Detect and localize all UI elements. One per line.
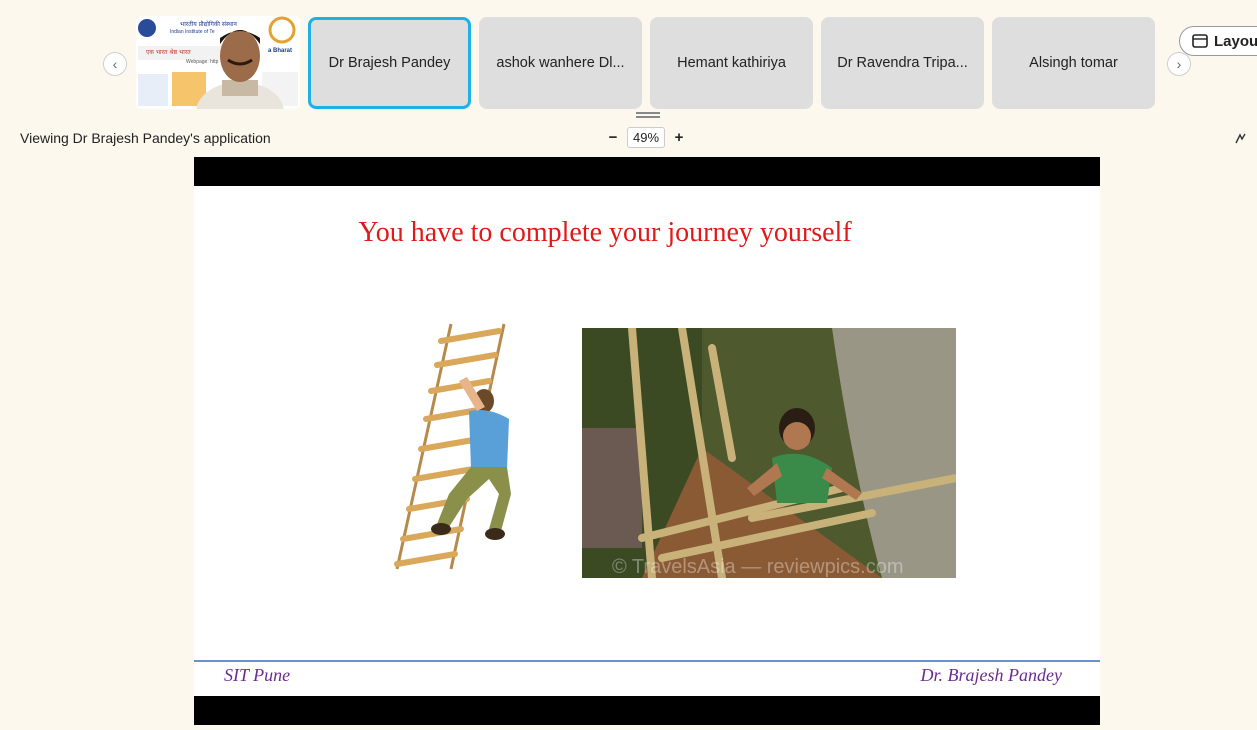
video-banner-right: a Bharat <box>268 48 293 54</box>
participant-name: Alsingh tomar <box>1029 55 1118 71</box>
strip-resize-handle[interactable] <box>636 112 660 118</box>
footer-divider <box>194 660 1100 662</box>
participant-video[interactable]: भारतीय प्रौद्योगिकी संस्थान Indian Insti… <box>136 16 300 109</box>
participant-tile-brajesh[interactable]: Dr Brajesh Pandey <box>308 17 471 109</box>
chevron-right-icon[interactable]: › <box>1167 52 1191 76</box>
zoom-out-button[interactable]: − <box>605 129 621 146</box>
participant-tile-alsingh[interactable]: Alsingh tomar <box>992 17 1155 109</box>
letterbox-bottom <box>194 696 1100 725</box>
video-banner-sub: Webpage: http <box>186 59 219 65</box>
zoom-control: − 49% + <box>605 127 687 148</box>
letterbox-top <box>194 157 1100 186</box>
bamboo-ladder-photo: © TravelsAsia — reviewpics.com <box>582 328 956 578</box>
viewing-label: Viewing Dr Brajesh Pandey's application <box>20 130 271 146</box>
zoom-in-button[interactable]: + <box>671 129 687 146</box>
photo-watermark: © TravelsAsia — reviewpics.com <box>612 556 904 578</box>
layout-button[interactable]: Layou <box>1179 26 1257 56</box>
chevron-left-icon[interactable]: ‹ <box>103 52 127 76</box>
layout-label: Layou <box>1214 32 1257 50</box>
pen-icon[interactable] <box>1234 131 1248 150</box>
participant-name: Hemant kathiriya <box>677 55 786 71</box>
participant-tile-ashok[interactable]: ashok wanhere Dl... <box>479 17 642 109</box>
video-logo-text: भारतीय प्रौद्योगिकी संस्थान <box>180 21 237 28</box>
video-logo-sub: Indian Institute of Te <box>170 29 215 35</box>
video-banner: एक भारत श्रेष्ठ भारत <box>146 49 191 56</box>
participant-strip: ‹ भारतीय प्रौद्योगिकी संस्थान Indian Ins… <box>0 16 1257 110</box>
participant-tile-ravendra[interactable]: Dr Ravendra Tripa... <box>821 17 984 109</box>
ladder-illustration <box>394 323 511 570</box>
footer-right: Dr. Brajesh Pandey <box>920 665 1062 685</box>
footer-left: SIT Pune <box>224 665 291 685</box>
zoom-value: 49% <box>627 127 666 148</box>
shared-screen: You have to complete your journey yourse… <box>194 157 1100 725</box>
layout-icon <box>1192 34 1208 48</box>
participant-name: Dr Ravendra Tripa... <box>837 55 968 71</box>
participant-name: Dr Brajesh Pandey <box>328 55 451 71</box>
institute-logo-icon <box>138 19 156 37</box>
participant-tile-hemant[interactable]: Hemant kathiriya <box>650 17 813 109</box>
slide-title: You have to complete your journey yourse… <box>358 217 852 248</box>
participant-name: ashok wanhere Dl... <box>496 55 625 71</box>
